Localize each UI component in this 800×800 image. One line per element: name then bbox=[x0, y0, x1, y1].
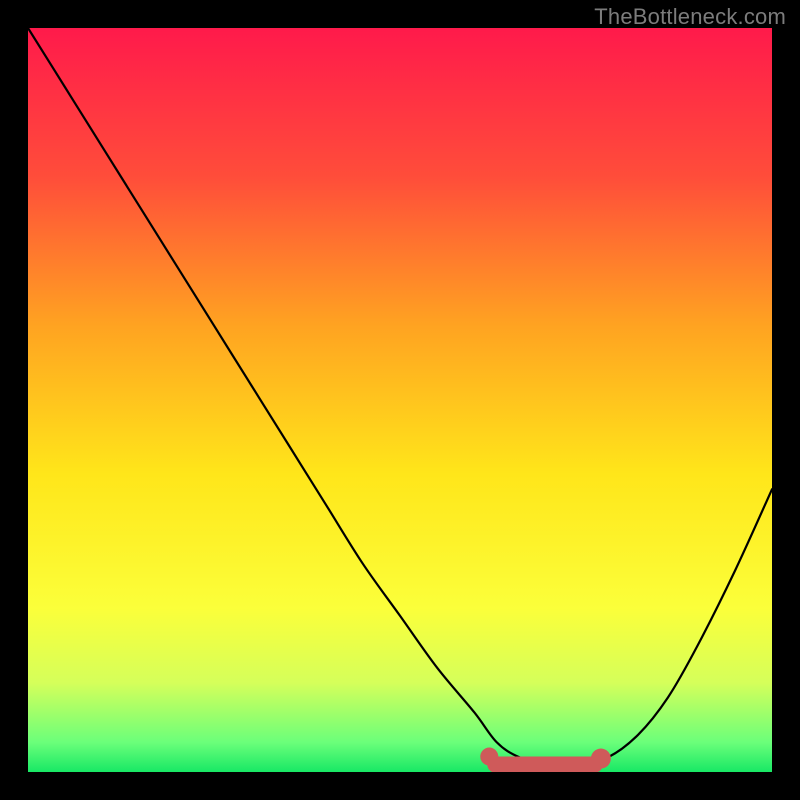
watermark-text: TheBottleneck.com bbox=[594, 4, 786, 30]
gradient-background bbox=[28, 28, 772, 772]
chart-frame: TheBottleneck.com bbox=[0, 0, 800, 800]
plot-area bbox=[28, 28, 772, 772]
bottleneck-chart bbox=[28, 28, 772, 772]
